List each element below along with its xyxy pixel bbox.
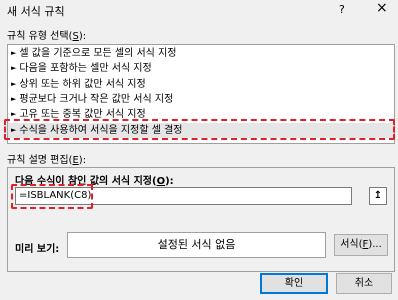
rule-type-item-label: 상위 또는 하위 값만 서식 지정 (19, 79, 146, 90)
dialog-title: 새 서식 규칙 (7, 5, 65, 18)
arrow-right-icon: ► (11, 49, 17, 57)
arrow-right-icon: ► (11, 80, 17, 88)
format-button[interactable]: 서식(F)... (334, 234, 388, 256)
rule-desc-label-suffix: ): (78, 155, 87, 166)
close-button[interactable]: × (376, 1, 388, 15)
rule-type-item[interactable]: ► 다음을 포함하는 셀만 서식 지정 (11, 61, 152, 76)
rule-type-item-label: 평균보다 크거나 작은 값만 서식 지정 (19, 94, 174, 105)
format-button-suffix: )... (368, 239, 382, 250)
help-button[interactable]: ? (339, 3, 345, 16)
formula-label-suffix: ): (165, 176, 174, 187)
collapse-dialog-icon[interactable]: ↥ (369, 187, 387, 205)
rule-type-item-label: 다음을 포함하는 셀만 서식 지정 (19, 63, 152, 74)
rule-type-label-suffix: ): (78, 31, 87, 42)
formula-label-key: O (156, 176, 166, 187)
format-button-text: 서식( (340, 239, 363, 250)
arrow-right-icon: ► (11, 110, 17, 118)
cancel-button[interactable]: 취소 (336, 273, 392, 294)
rule-type-item[interactable]: ► 셀 값을 기준으로 모든 셀의 서식 지정 (11, 46, 176, 61)
selected-rule-highlight (4, 119, 395, 140)
preview-label: 미리 보기: (15, 244, 60, 255)
arrow-right-icon: ► (11, 95, 17, 103)
rule-type-item-label: 셀 값을 기준으로 모든 셀의 서식 지정 (19, 48, 177, 59)
rule-desc-label: 규칙 설명 편집(E): (7, 151, 86, 166)
format-preview: 설정된 서식 없음 (67, 232, 326, 258)
rule-type-item[interactable]: ► 상위 또는 하위 값만 서식 지정 (11, 77, 146, 92)
arrow-right-icon: ► (11, 64, 17, 72)
rule-type-item[interactable]: ► 평균보다 크거나 작은 값만 서식 지정 (11, 92, 173, 107)
ok-button[interactable]: 확인 (260, 273, 328, 294)
formula-highlight (11, 184, 93, 209)
rule-type-label: 규칙 유형 선택(S): (7, 27, 86, 42)
rule-type-label-text: 규칙 유형 선택( (7, 31, 73, 42)
rule-desc-label-text: 규칙 설명 편집( (7, 155, 73, 166)
